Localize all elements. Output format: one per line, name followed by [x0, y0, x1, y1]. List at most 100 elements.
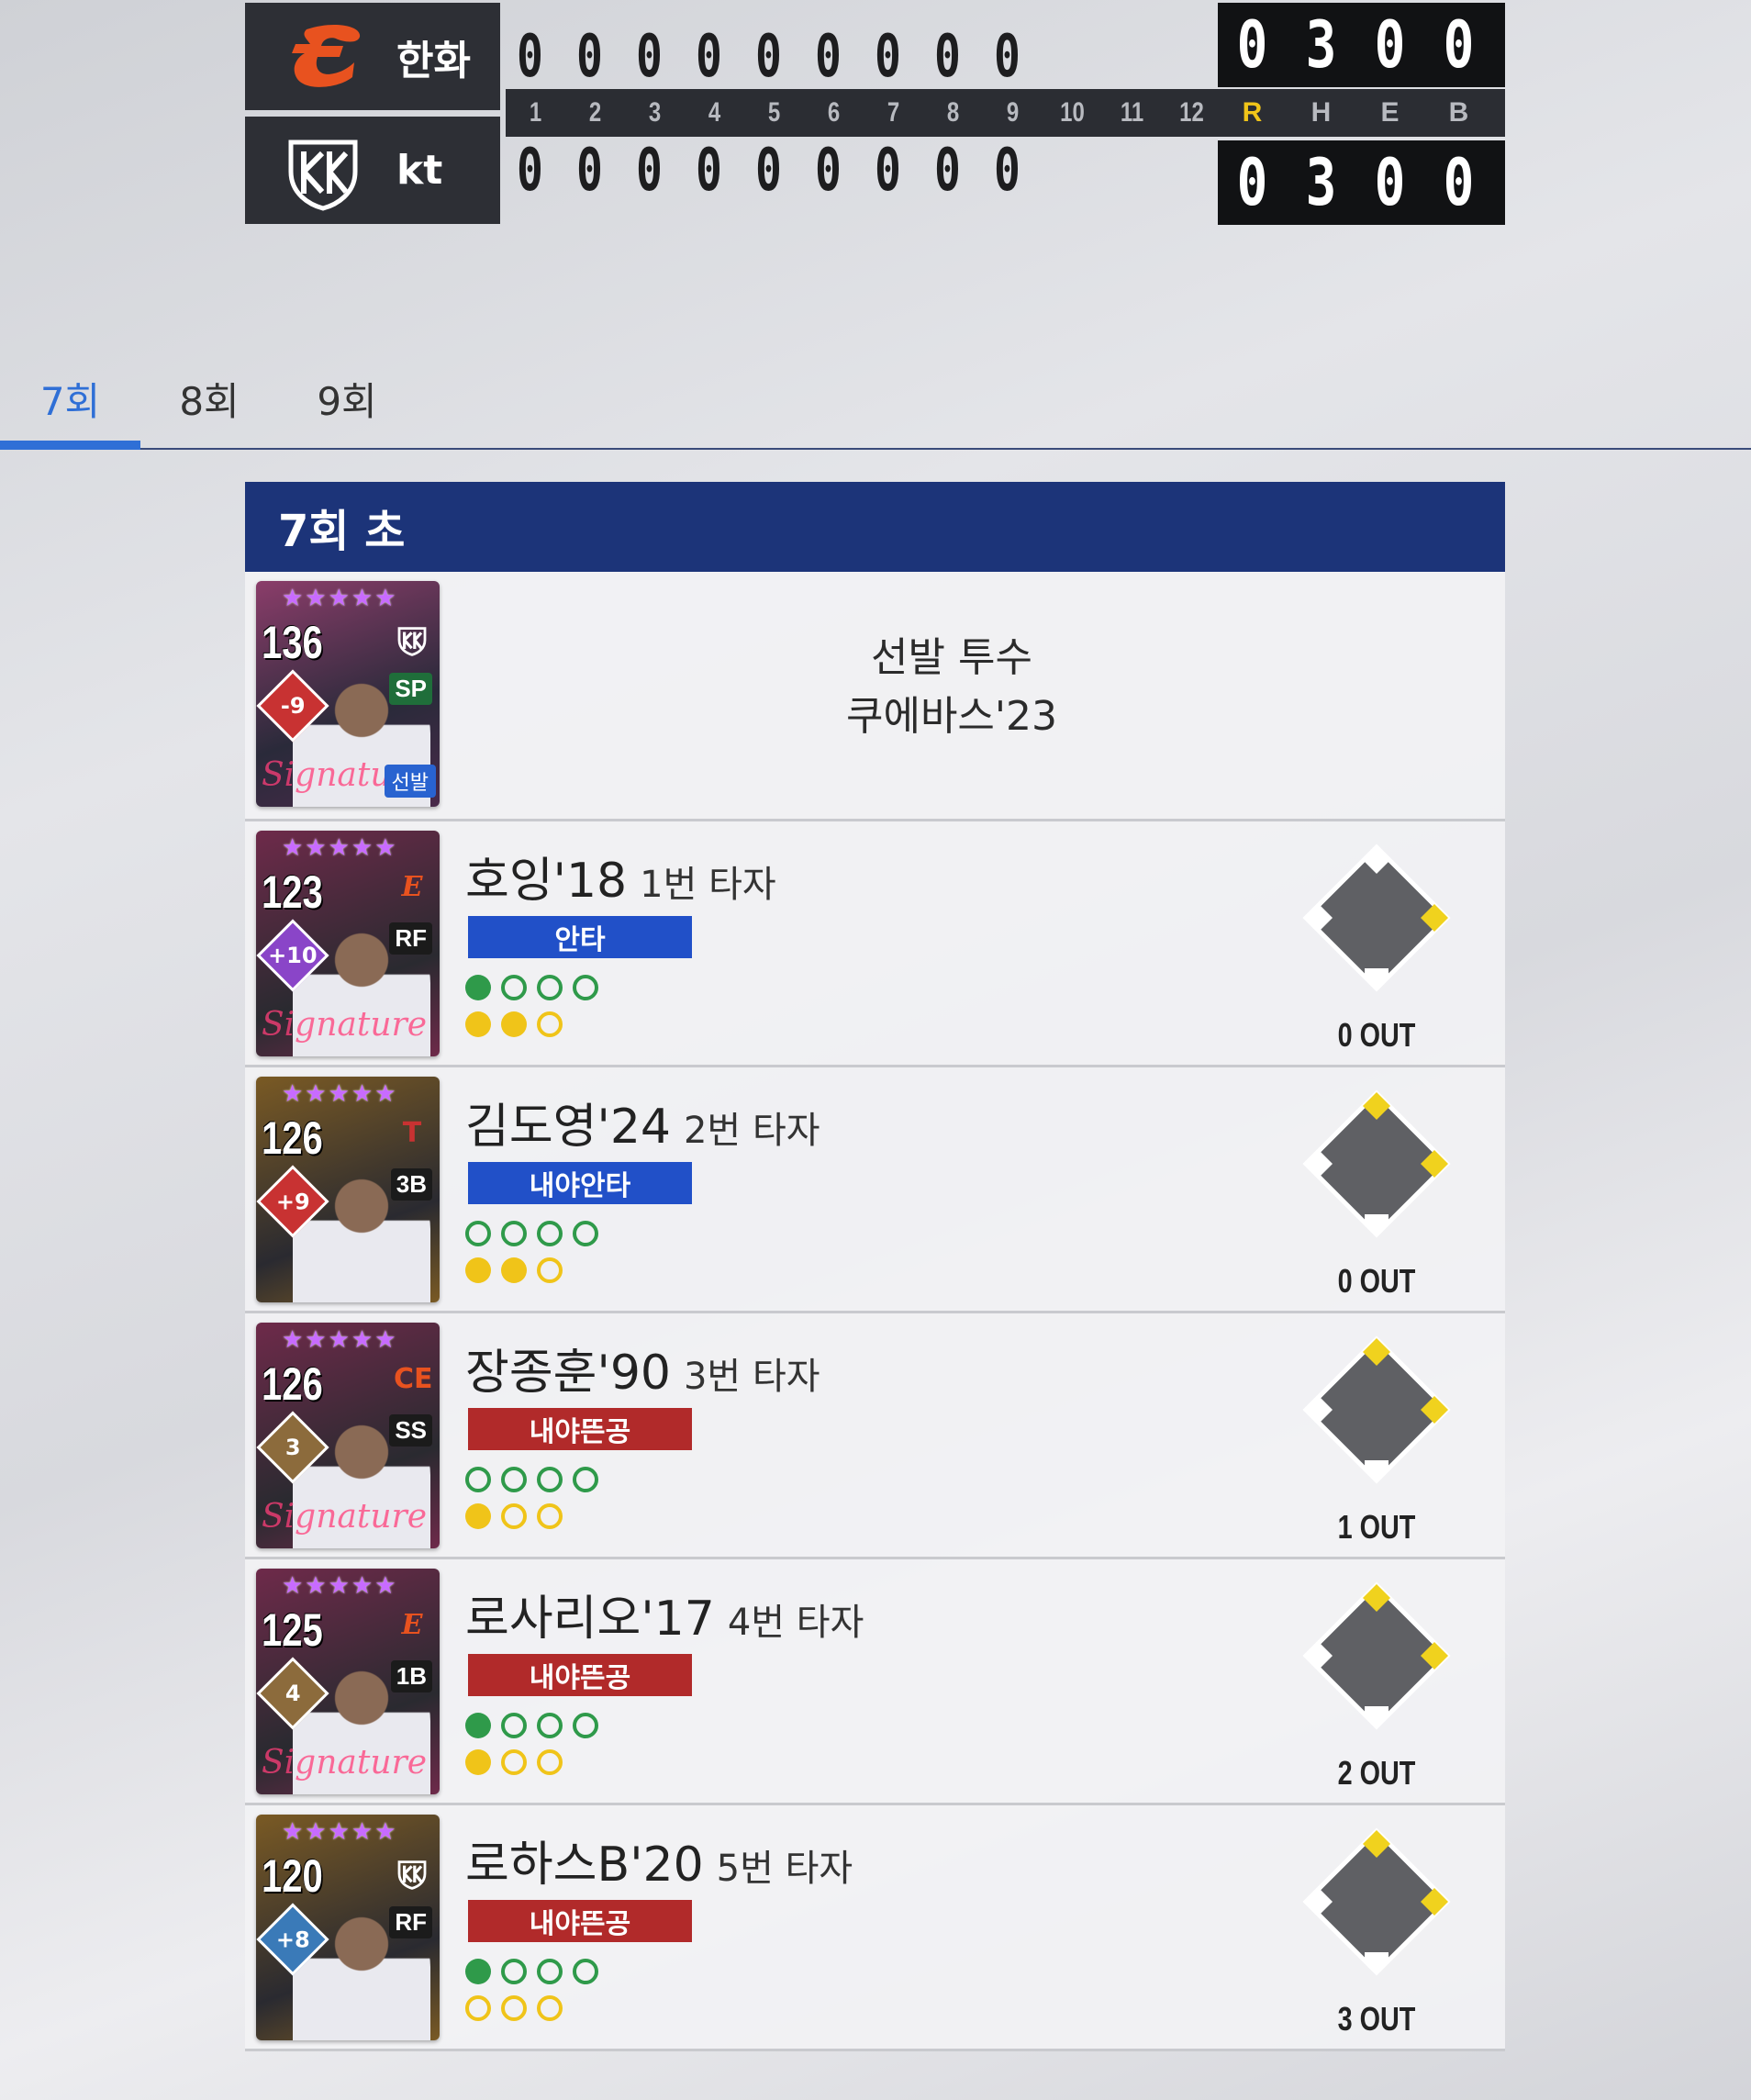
pitcher-name: 쿠에바스'23 — [845, 693, 1057, 740]
base-diamond-icon — [1299, 840, 1455, 996]
hanwha-logo-icon: E — [401, 1609, 423, 1641]
batter-name: 장종훈'90 — [465, 1346, 671, 1401]
tab-inning-7[interactable]: 7회 — [0, 349, 140, 448]
card-position: RF — [389, 1906, 432, 1938]
home-inning-7: 0 — [875, 136, 901, 205]
home-inning-5: 0 — [755, 136, 782, 205]
card-position: SP — [389, 673, 432, 705]
player-card[interactable]: ★★★★★ 136 -9 SP Signature 선발 — [256, 581, 440, 807]
badge-value: +9 — [275, 1189, 310, 1214]
ball-dot — [537, 1959, 563, 1984]
scoreboard: 한화 kt 0 0 0 0 0 0 0 0 0 1 2 3 4 5 6 7 8 … — [245, 3, 1505, 225]
at-bat-result: 안타 — [468, 916, 692, 958]
ball-dot — [465, 1467, 491, 1492]
strike-dot — [537, 1257, 563, 1283]
active-tab-indicator — [0, 441, 140, 450]
badge-value: +10 — [268, 943, 318, 969]
home-hits: 3 — [1305, 145, 1337, 220]
batter-name-line: 로하스B'20 5번 타자 — [465, 1826, 853, 1894]
home-inning-3: 0 — [636, 136, 663, 205]
away-team-box: 한화 — [245, 3, 500, 110]
batting-order: 1번 타자 — [640, 864, 776, 906]
kt-wiz-logo-icon — [273, 125, 374, 217]
card-position: SS — [389, 1414, 432, 1447]
inning-tabs: 7회 8회 9회 — [0, 349, 1751, 450]
out-count: 3 OUT — [1337, 2000, 1416, 2038]
card-overall: 126 — [262, 1358, 323, 1410]
out-count: 1 OUT — [1337, 1508, 1416, 1546]
tab-inning-9[interactable]: 9회 — [278, 349, 416, 448]
kia-tigers-logo-icon: T — [402, 1117, 422, 1149]
strike-dot — [465, 1503, 491, 1529]
home-team-name: kt — [396, 147, 443, 194]
hanwha-logo-icon: E — [401, 871, 423, 903]
starter-tag: 선발 — [384, 765, 436, 798]
walks-header: B — [1448, 97, 1469, 128]
pitcher-row[interactable]: ★★★★★ 136 -9 SP Signature 선발 선발 투수 쿠에바스'… — [245, 572, 1505, 821]
home-errors: 0 — [1374, 145, 1406, 220]
player-card[interactable]: ★★★★★ 123 E +10 RF Signature — [256, 831, 440, 1056]
home-plate — [1365, 1214, 1389, 1233]
ball-dot — [573, 1467, 598, 1492]
card-overall: 126 — [262, 1112, 323, 1164]
batter-name: 김도영'24 — [465, 1100, 671, 1155]
ball-dot — [573, 1959, 598, 1984]
ball-dot — [537, 1467, 563, 1492]
player-card[interactable]: ★★★★★ 125 E 4 1B Signature — [256, 1569, 440, 1794]
batter-row[interactable]: ★★★★★ 126 CE 3 SS Signature 장종훈'90 3번 타자 … — [245, 1313, 1505, 1559]
away-inning-3: 0 — [636, 22, 663, 91]
home-runs: 0 — [1236, 145, 1268, 220]
batter-name-line: 장종훈'90 3번 타자 — [465, 1334, 820, 1402]
away-walks: 0 — [1443, 7, 1475, 83]
player-card[interactable]: ★★★★★ 120 +8 RF — [256, 1815, 440, 2040]
batting-order: 4번 타자 — [727, 1602, 864, 1644]
signature-mark: Signature — [262, 1744, 428, 1782]
batter-row[interactable]: ★★★★★ 120 +8 RF 로하스B'20 5번 타자 내야뜬공 3 OUT — [245, 1805, 1505, 2051]
strike-dot — [537, 1749, 563, 1775]
strike-dot — [537, 1995, 563, 2021]
ball-dot — [573, 1713, 598, 1738]
strike-count — [465, 1011, 563, 1037]
ball-dot — [465, 1959, 491, 1984]
strike-dot — [537, 1503, 563, 1529]
player-card[interactable]: ★★★★★ 126 T +9 3B — [256, 1077, 440, 1302]
ball-count — [465, 1959, 598, 1984]
badge-value: 3 — [284, 1434, 301, 1460]
home-team-box: kt — [245, 117, 500, 224]
away-team-name: 한화 — [396, 37, 471, 84]
hanwha-logo-icon — [273, 11, 374, 103]
at-bat-result: 내야뜬공 — [468, 1408, 692, 1450]
card-stars: ★★★★★ — [282, 585, 398, 612]
ball-dot — [537, 975, 563, 1000]
batter-row[interactable]: ★★★★★ 126 T +9 3B 김도영'24 2번 타자 내야안타 0 OUT — [245, 1067, 1505, 1313]
half-inning-panel: 7회 초 ★★★★★ 136 -9 SP Signature 선발 선발 투수 … — [245, 482, 1505, 2051]
away-inning-7: 0 — [875, 22, 901, 91]
strike-dot — [501, 1011, 527, 1037]
player-card[interactable]: ★★★★★ 126 CE 3 SS Signature — [256, 1323, 440, 1548]
card-stars: ★★★★★ — [282, 1818, 398, 1846]
ball-dot — [537, 1221, 563, 1246]
away-inning-2: 0 — [576, 22, 603, 91]
card-position: 1B — [390, 1660, 432, 1692]
kt-wiz-logo-icon — [394, 1855, 430, 1895]
kt-wiz-logo-icon — [394, 621, 430, 662]
ball-dot — [537, 1713, 563, 1738]
ball-dot — [501, 1713, 527, 1738]
tab-inning-8[interactable]: 8회 — [140, 349, 278, 448]
strike-dot — [501, 1503, 527, 1529]
ball-dot — [501, 1221, 527, 1246]
batter-row[interactable]: ★★★★★ 125 E 4 1B Signature 로사리오'17 4번 타자 … — [245, 1559, 1505, 1805]
home-plate — [1365, 968, 1389, 987]
strike-dot — [465, 1257, 491, 1283]
binggrae-eagles-logo-icon: CE — [394, 1363, 433, 1395]
batter-row[interactable]: ★★★★★ 123 E +10 RF Signature 호잉'18 1번 타자 … — [245, 821, 1505, 1067]
runs-header: R — [1242, 97, 1263, 128]
base-diamond-icon — [1299, 1578, 1455, 1734]
totals-header-row: R H E B — [1218, 89, 1505, 137]
strike-dot — [537, 1011, 563, 1037]
tab-label: 7회 — [39, 378, 101, 424]
card-overall: 120 — [262, 1850, 323, 1902]
strike-dot — [501, 1995, 527, 2021]
away-inning-9: 0 — [994, 22, 1020, 91]
away-inning-6: 0 — [815, 22, 842, 91]
